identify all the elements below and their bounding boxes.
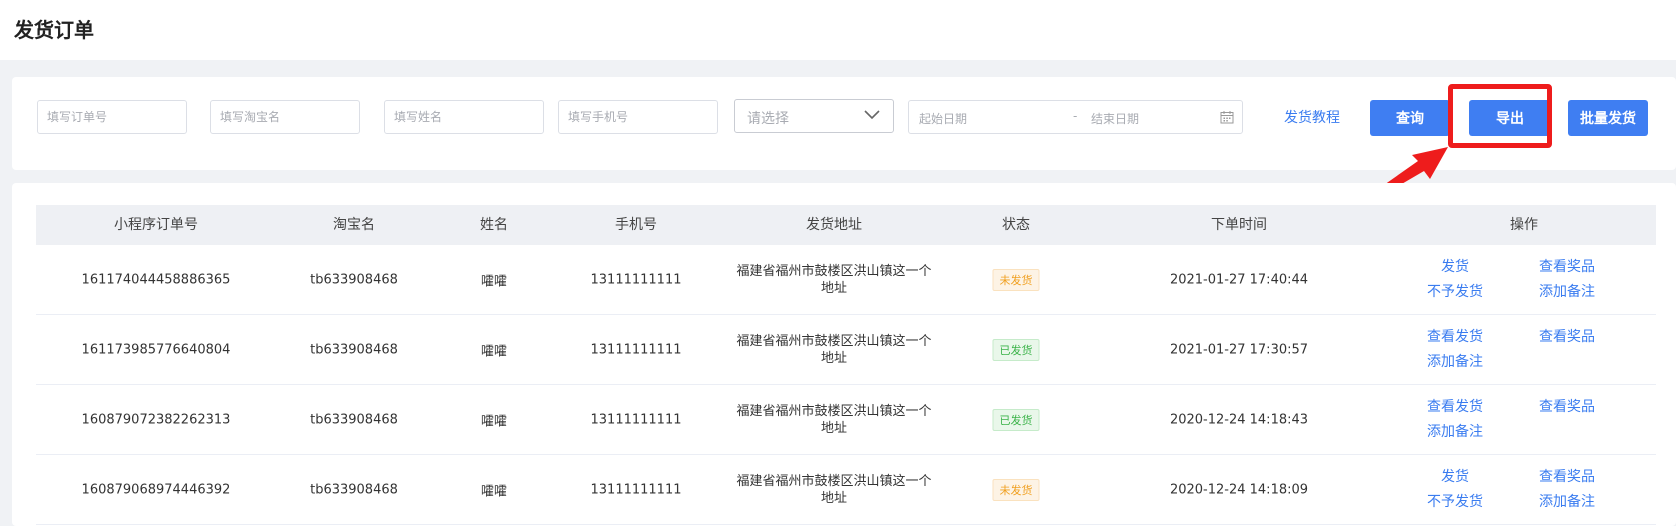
ship-link[interactable]: 发货	[1441, 256, 1469, 276]
table-row: 161174044458886365 tb633908468 嚯嚯 131111…	[36, 245, 1656, 315]
chevron-down-icon	[864, 110, 880, 120]
taobao-name-cell: tb633908468	[310, 342, 398, 358]
reject-ship-link[interactable]: 不予发货	[1427, 491, 1483, 511]
view-shipment-link[interactable]: 查看发货	[1427, 326, 1483, 346]
date-range-picker[interactable]: 起始日期 - 结束日期	[908, 100, 1243, 134]
batch-ship-button[interactable]: 批量发货	[1568, 100, 1648, 136]
table-row: 161173985776640804 tb633908468 嚯嚯 131111…	[36, 315, 1656, 385]
table-row: 160879072382262313 tb633908468 嚯嚯 131111…	[36, 385, 1656, 455]
status-badge: 未发货	[992, 479, 1040, 501]
order-time-cell: 2021-01-27 17:30:57	[1169, 342, 1309, 358]
phone-cell: 13111111111	[590, 342, 682, 358]
taobao-name-cell: tb633908468	[310, 412, 398, 428]
order-time-cell: 2020-12-24 14:18:09	[1169, 482, 1309, 498]
phone-field[interactable]	[558, 100, 718, 134]
status-badge: 已发货	[992, 409, 1040, 431]
orders-table-panel: 小程序订单号 淘宝名 姓名 手机号 发货地址 状态 下单时间 操作 161174…	[12, 183, 1676, 526]
address-cell: 福建省福州市鼓楼区洪山镇这一个地址	[736, 474, 932, 506]
name-cell: 嚯嚯	[480, 344, 508, 360]
name-field[interactable]	[384, 100, 544, 134]
view-prize-link[interactable]: 查看奖品	[1539, 326, 1595, 346]
column-header: 淘宝名	[333, 217, 375, 233]
taobao-name-input[interactable]	[211, 101, 359, 133]
order-no-cell: 161174044458886365	[81, 272, 231, 288]
order-no-cell: 160879072382262313	[81, 412, 231, 428]
table-row: 160879068974446392 tb633908468 嚯嚯 131111…	[36, 455, 1656, 525]
page-title: 发货订单	[14, 18, 94, 42]
export-highlight-box	[1448, 84, 1552, 148]
address-cell: 福建省福州市鼓楼区洪山镇这一个地址	[736, 404, 932, 436]
table-header: 小程序订单号 淘宝名 姓名 手机号 发货地址 状态 下单时间 操作	[36, 205, 1656, 245]
phone-input[interactable]	[559, 101, 717, 133]
column-header: 下单时间	[1211, 217, 1267, 233]
add-note-link[interactable]: 添加备注	[1427, 351, 1483, 371]
column-header: 发货地址	[806, 217, 862, 233]
name-cell: 嚯嚯	[480, 484, 508, 500]
add-note-link[interactable]: 添加备注	[1539, 281, 1595, 301]
date-separator: -	[1073, 109, 1078, 123]
add-note-link[interactable]: 添加备注	[1539, 491, 1595, 511]
view-prize-link[interactable]: 查看奖品	[1539, 256, 1595, 276]
status-select[interactable]: 请选择	[734, 99, 894, 133]
name-input[interactable]	[385, 101, 543, 133]
calendar-icon	[1220, 111, 1234, 124]
add-note-link[interactable]: 添加备注	[1427, 421, 1483, 441]
address-cell: 福建省福州市鼓楼区洪山镇这一个地址	[736, 264, 932, 296]
taobao-name-cell: tb633908468	[310, 272, 398, 288]
view-prize-link[interactable]: 查看奖品	[1539, 466, 1595, 486]
order-no-cell: 161173985776640804	[81, 342, 231, 358]
page-header: 发货订单	[0, 0, 1676, 60]
column-header: 姓名	[480, 217, 508, 233]
end-date-input[interactable]: 结束日期	[1091, 110, 1139, 127]
column-header: 手机号	[615, 217, 657, 233]
status-select-placeholder: 请选择	[747, 111, 789, 127]
order-no-cell: 160879068974446392	[81, 482, 231, 498]
phone-cell: 13111111111	[590, 482, 682, 498]
status-badge: 未发货	[992, 269, 1040, 291]
status-badge: 已发货	[992, 339, 1040, 361]
phone-cell: 13111111111	[590, 272, 682, 288]
column-header: 状态	[1002, 217, 1030, 233]
order-time-cell: 2020-12-24 14:18:43	[1169, 412, 1309, 428]
order-no-input[interactable]	[38, 101, 186, 133]
reject-ship-link[interactable]: 不予发货	[1427, 281, 1483, 301]
order-no-field[interactable]	[37, 100, 187, 134]
order-time-cell: 2021-01-27 17:40:44	[1169, 272, 1309, 288]
address-cell: 福建省福州市鼓楼区洪山镇这一个地址	[736, 334, 932, 366]
query-button[interactable]: 查询	[1370, 100, 1450, 136]
column-header: 小程序订单号	[114, 217, 198, 233]
taobao-name-field[interactable]	[210, 100, 360, 134]
ship-link[interactable]: 发货	[1441, 466, 1469, 486]
column-header: 操作	[1510, 217, 1538, 233]
name-cell: 嚯嚯	[480, 414, 508, 430]
name-cell: 嚯嚯	[480, 274, 508, 290]
view-prize-link[interactable]: 查看奖品	[1539, 396, 1595, 416]
phone-cell: 13111111111	[590, 412, 682, 428]
shipping-tutorial-link[interactable]: 发货教程	[1284, 107, 1340, 127]
view-shipment-link[interactable]: 查看发货	[1427, 396, 1483, 416]
start-date-input[interactable]: 起始日期	[919, 110, 967, 127]
taobao-name-cell: tb633908468	[310, 482, 398, 498]
